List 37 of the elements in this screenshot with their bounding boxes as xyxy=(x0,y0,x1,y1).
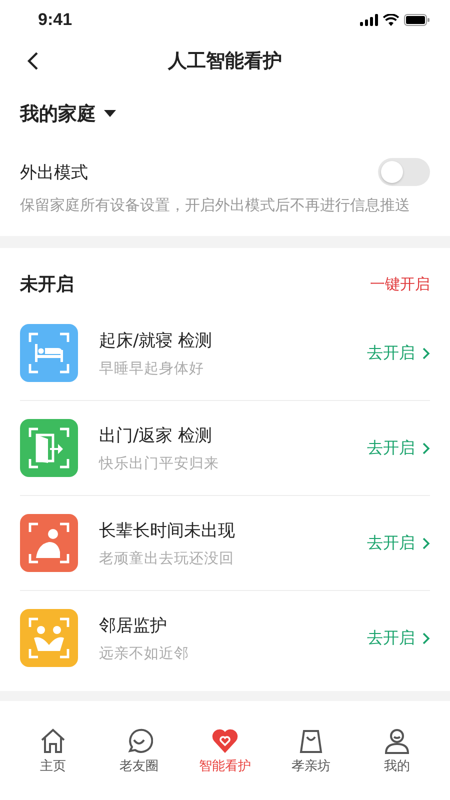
status-time: 9:41 xyxy=(38,10,72,30)
item-title: 长辈长时间未出现 xyxy=(99,520,236,542)
enable-button[interactable]: 去开启 xyxy=(367,438,430,458)
tab-item[interactable]: 我的 xyxy=(357,726,437,774)
item-subtitle: 老顽童出去玩还没回 xyxy=(99,550,235,568)
item-subtitle: 快乐出门平安归来 xyxy=(99,454,220,472)
enable-button[interactable]: 去开启 xyxy=(367,628,430,648)
item-title: 出门/返家 检测 xyxy=(99,424,214,446)
home-icon xyxy=(39,726,67,754)
signal-icon xyxy=(360,14,378,26)
enable-all-link[interactable]: 一键开启 xyxy=(370,274,430,294)
enable-button[interactable]: 去开启 xyxy=(367,342,430,364)
away-mode-toggle[interactable] xyxy=(378,158,430,186)
family-name[interactable]: 我的家庭 xyxy=(20,101,96,127)
item-title: 起床/就寝 检测 xyxy=(99,330,214,352)
away-mode-description: 保留家庭所有设备设置，开启外出模式后不再进行信息推送 xyxy=(20,195,411,216)
back-icon[interactable] xyxy=(27,51,39,71)
heart-icon xyxy=(211,726,239,754)
tab-item[interactable]: 老友圈 xyxy=(99,726,179,774)
chevron-icon xyxy=(422,346,430,360)
page-title: 人工智能看护 xyxy=(168,49,282,74)
wifi-icon xyxy=(383,14,399,26)
item-subtitle: 远亲不如近邻 xyxy=(99,644,190,662)
item-subtitle: 早睡早起身体好 xyxy=(99,360,205,378)
user-icon xyxy=(383,726,411,754)
enable-button[interactable]: 去开启 xyxy=(367,532,430,554)
chevron-icon xyxy=(422,632,430,644)
dropdown-icon[interactable] xyxy=(104,110,116,118)
tab-item[interactable]: 智能看护 xyxy=(185,726,265,774)
chevron-icon xyxy=(422,536,430,550)
tab-item[interactable]: 主页 xyxy=(13,726,93,774)
battery-icon xyxy=(404,14,430,26)
chevron-icon xyxy=(422,442,430,454)
section-title: 未开启 xyxy=(20,273,74,296)
away-mode-label: 外出模式 xyxy=(20,162,88,184)
tab-item[interactable]: 孝亲坊 xyxy=(271,726,351,774)
item-title: 邻居监护 xyxy=(99,614,168,636)
